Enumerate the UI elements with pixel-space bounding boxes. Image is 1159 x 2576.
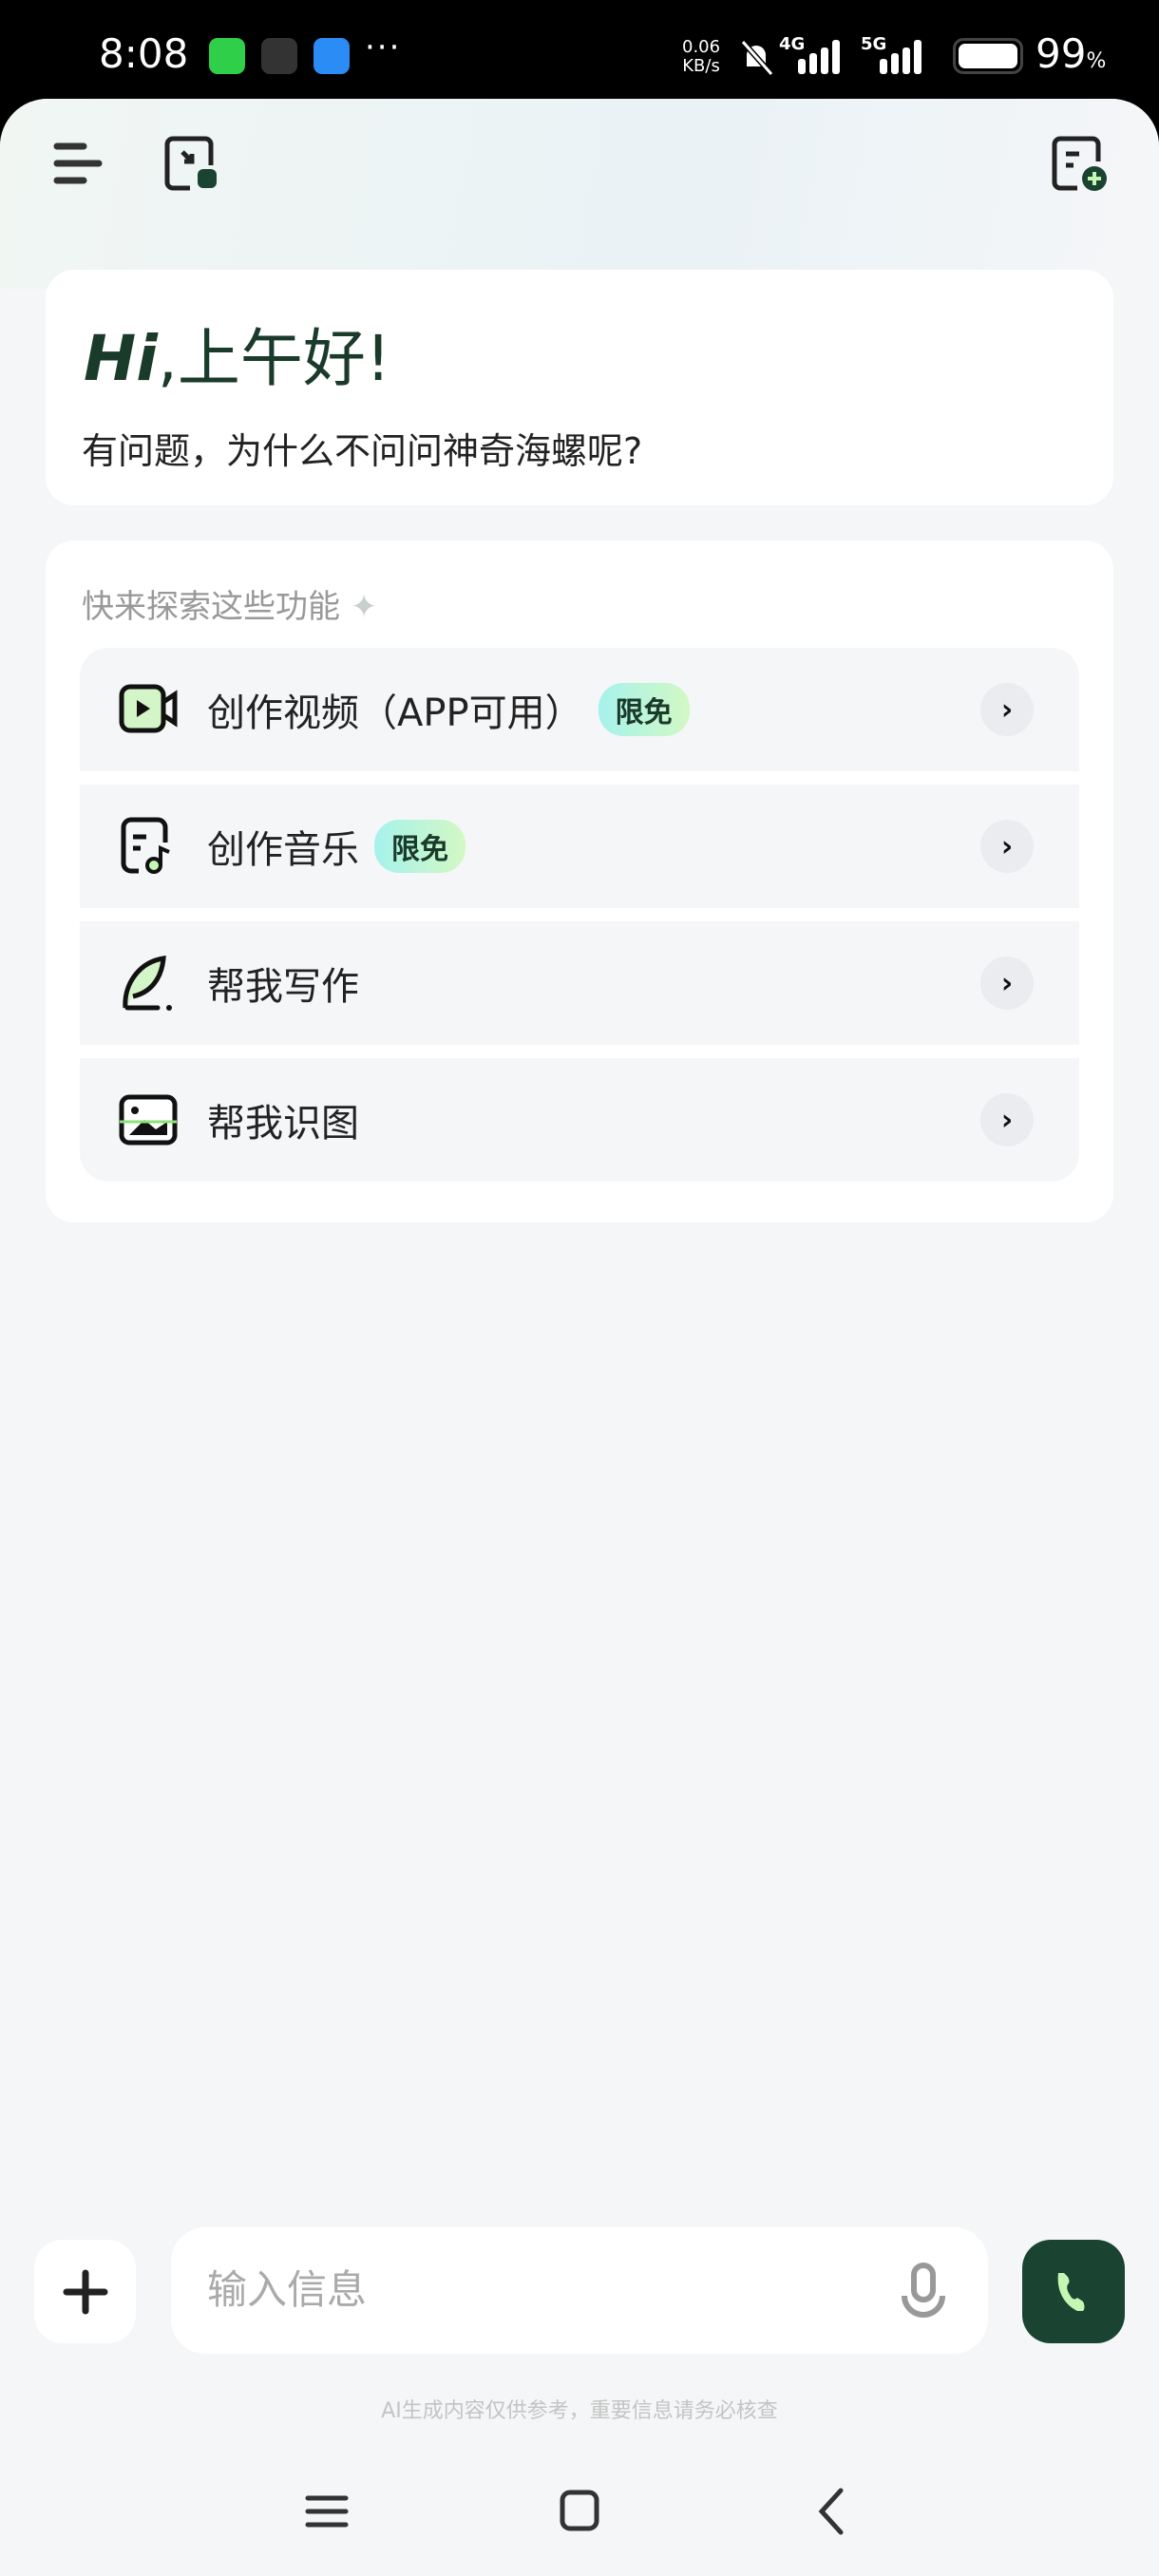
home-icon[interactable]	[551, 2483, 608, 2540]
explore-label: 快来探索这些功能 ✦	[82, 580, 377, 627]
explore-label-text: 快来探索这些功能	[82, 588, 340, 626]
feature-label: 创作视频（APP可用）	[207, 691, 583, 735]
signal-icon	[880, 40, 922, 74]
feature-label: 帮我识图	[207, 1102, 359, 1146]
more-notifications: ···	[365, 28, 402, 66]
status-bar: 8:08 ··· 0.06 KB/s 4G 5G 99%	[0, 0, 1159, 100]
net-speed: 0.06 KB/s	[682, 38, 720, 76]
android-icon	[314, 38, 350, 74]
feature-label: 帮我写作	[207, 965, 359, 1009]
phone-icon	[1057, 2272, 1085, 2311]
back-icon[interactable]	[805, 2483, 862, 2540]
net-speed-value: 0.06	[682, 37, 721, 57]
feather-pen-icon	[123, 956, 172, 1011]
recent-apps-icon[interactable]	[298, 2483, 355, 2540]
explore-card: 快来探索这些功能 ✦ 创作视频（APP可用） 限免 › 创作音乐 限免 › 帮我…	[46, 540, 1113, 1222]
net-speed-unit: KB/s	[682, 56, 720, 76]
battery-icon	[953, 38, 1023, 74]
feature-recognize-image[interactable]: 帮我识图 ›	[80, 1058, 1079, 1182]
attach-button[interactable]	[34, 2240, 136, 2343]
new-chat-icon[interactable]	[1049, 133, 1110, 194]
sparkle-icon: ✦	[350, 588, 378, 626]
plus-icon	[63, 2269, 107, 2314]
free-badge: 限免	[598, 683, 690, 736]
battery-unit: %	[1086, 49, 1107, 73]
chevron-right-icon: ›	[980, 957, 1034, 1010]
voice-call-button[interactable]	[1022, 2240, 1125, 2343]
signal-icon	[798, 40, 840, 74]
image-icon	[119, 1094, 178, 1146]
battery-value: 99	[1036, 30, 1087, 77]
greeting-card: Hi,上午好! 有问题，为什么不问问神奇海螺呢?	[46, 270, 1113, 505]
message-input[interactable]	[207, 2256, 872, 2322]
ai-disclaimer: AI生成内容仅供参考，重要信息请务必核查	[381, 2399, 778, 2423]
music-icon	[121, 817, 170, 874]
feature-label: 创作音乐	[207, 828, 359, 872]
greeting-title: Hi,上午好!	[84, 308, 390, 399]
chevron-right-icon: ›	[980, 1093, 1034, 1146]
chevron-right-icon: ›	[980, 683, 1034, 736]
app-screen: Hi,上午好! 有问题，为什么不问问神奇海螺呢? 快来探索这些功能 ✦ 创作视频…	[0, 99, 1159, 2576]
feature-create-music[interactable]: 创作音乐 限免 ›	[80, 785, 1079, 908]
message-input-box[interactable]	[171, 2227, 988, 2354]
soul-icon	[261, 38, 297, 74]
header-background	[0, 99, 1159, 289]
feature-create-video[interactable]: 创作视频（APP可用） 限免 ›	[80, 648, 1079, 771]
free-badge: 限免	[374, 820, 466, 873]
messages-icon	[209, 38, 245, 74]
clock: 8:08	[99, 30, 189, 77]
feature-help-write[interactable]: 帮我写作 ›	[80, 921, 1079, 1045]
video-icon	[119, 684, 178, 733]
battery-level: 99%	[1036, 30, 1106, 77]
greeting-hi: Hi	[84, 322, 158, 395]
chevron-right-icon: ›	[980, 820, 1034, 873]
greeting-subtitle: 有问题，为什么不问问神奇海螺呢?	[82, 430, 643, 472]
bell-muted-icon	[740, 40, 774, 76]
floating-window-icon[interactable]	[162, 133, 222, 194]
menu-icon[interactable]	[49, 133, 110, 194]
greeting-time: ,上午好!	[157, 322, 391, 395]
microphone-icon[interactable]	[897, 2262, 950, 2322]
